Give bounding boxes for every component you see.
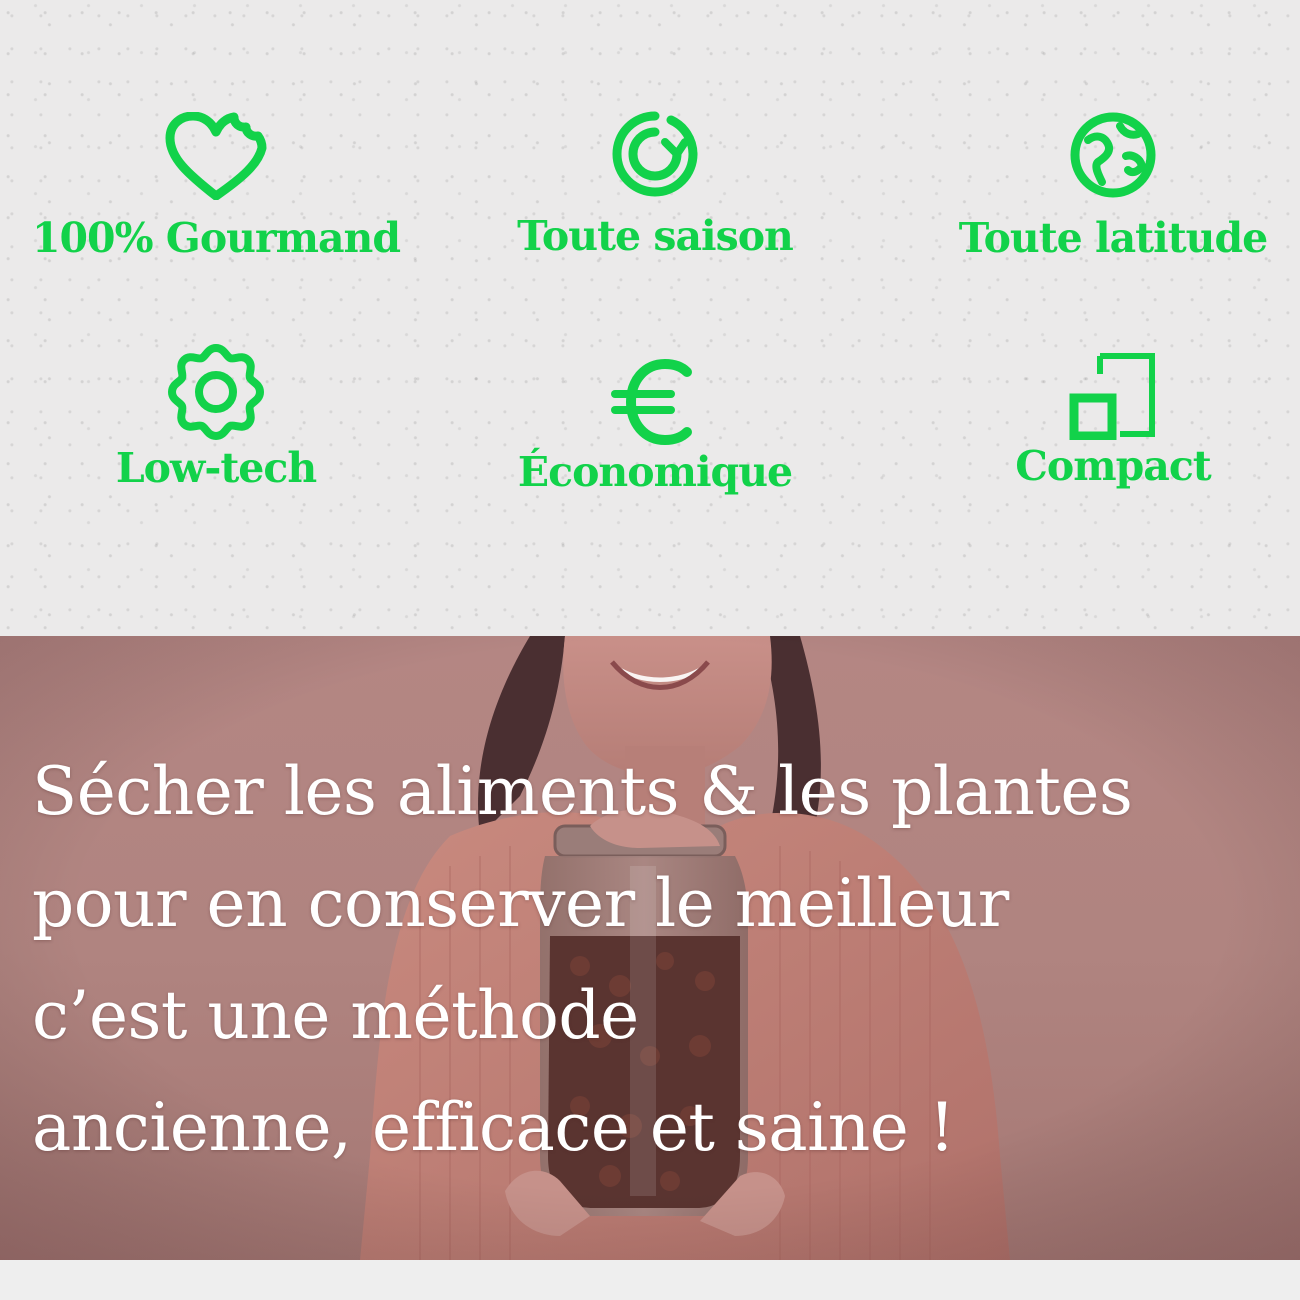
euro-icon — [611, 358, 699, 446]
feature-label: Économique — [517, 448, 793, 496]
feature-latitude: Toute latitude — [950, 110, 1276, 259]
feature-compact: Compact — [950, 350, 1276, 487]
feature-label: Compact — [1015, 442, 1211, 490]
globe-icon — [1068, 110, 1158, 200]
feature-label: Toute latitude — [958, 214, 1268, 262]
feature-label: Low-tech — [115, 444, 317, 492]
bitten-heart-icon — [164, 112, 268, 200]
hero-headline: Sécher les aliments & les plantes pour e… — [32, 736, 1282, 1184]
feature-saison: Toute saison — [480, 108, 830, 257]
hero-line: pour en conserver le meilleur — [32, 865, 1009, 942]
hero-line: c’est une méthode — [32, 977, 639, 1054]
feature-lowtech: Low-tech — [30, 340, 402, 489]
features-grid: 100% Gourmand Toute saison Toute latitud… — [0, 0, 1300, 636]
gear-icon — [164, 340, 268, 444]
compact-squares-icon — [1068, 350, 1158, 440]
hero-banner: Sécher les aliments & les plantes pour e… — [0, 636, 1300, 1260]
footer-band — [0, 1260, 1300, 1300]
feature-gourmand: 100% Gourmand — [30, 112, 402, 259]
feature-economique: Économique — [480, 358, 830, 493]
hero-line: ancienne, efficace et saine ! — [32, 1089, 955, 1166]
feature-label: Toute saison — [517, 212, 794, 260]
feature-label: 100% Gourmand — [31, 214, 401, 262]
hero-line: Sécher les aliments & les plantes — [32, 753, 1133, 830]
cycle-arrows-icon — [609, 108, 701, 200]
